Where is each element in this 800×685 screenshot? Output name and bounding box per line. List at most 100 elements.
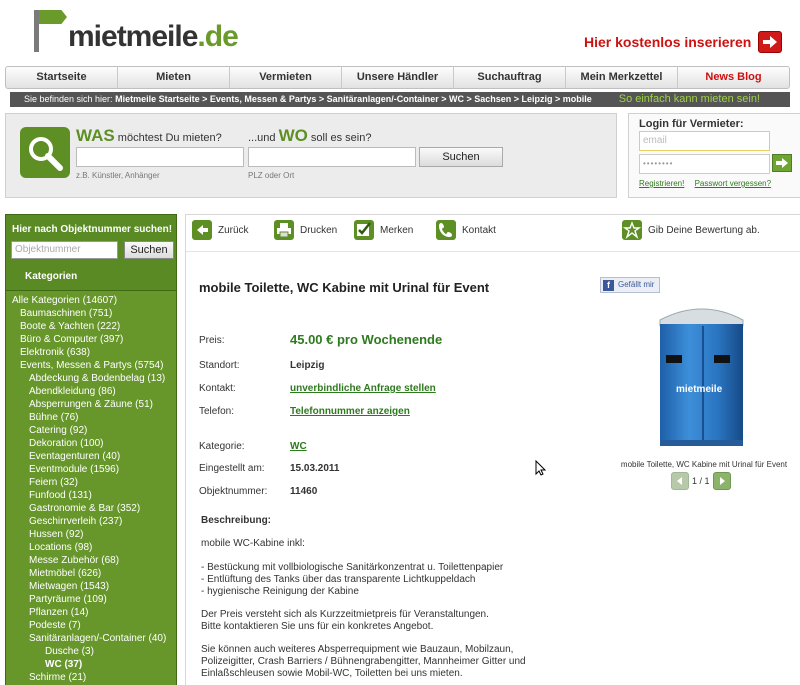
object-number-input[interactable]: Objektnummer: [11, 241, 118, 259]
print-label: Drucken: [300, 224, 338, 236]
show-phone-link[interactable]: Telefonnummer anzeigen: [290, 406, 410, 417]
search-panel: WAS möchtest Du mieten? ...und WO soll e…: [5, 113, 617, 198]
category-item[interactable]: Mietmöbel (626): [6, 567, 176, 580]
listing-main: Zurück Drucken Merken Kontakt Gib Deine …: [185, 214, 800, 685]
category-item[interactable]: Baumaschinen (751): [6, 307, 176, 320]
category-list: Alle Kategorien (14607) Baumaschinen (751…: [6, 290, 176, 685]
back-arrow-icon: [192, 220, 212, 240]
category-item[interactable]: Büro & Computer (397): [6, 333, 176, 346]
insert-arrow-button[interactable]: [758, 31, 782, 53]
arrow-right-icon: [763, 36, 777, 48]
category-item[interactable]: Podeste (7): [6, 619, 176, 632]
printer-icon: [274, 220, 294, 240]
category-item[interactable]: Elektronik (638): [6, 346, 176, 359]
nav-startseite[interactable]: Startseite: [6, 67, 118, 88]
category-item[interactable]: Geschirrverleih (237): [6, 515, 176, 528]
login-submit-button[interactable]: [772, 154, 792, 172]
category-item[interactable]: Absperrungen & Zäune (51): [6, 398, 176, 411]
category-item[interactable]: Alle Kategorien (14607): [6, 291, 176, 307]
category-item[interactable]: Events, Messen & Partys (5754): [6, 359, 176, 372]
slogan: So einfach kann mieten sein!: [618, 93, 760, 105]
object-number: 11460: [290, 486, 318, 497]
rate-label: Gib Deine Bewertung ab.: [648, 224, 760, 236]
breadcrumb-prefix: Sie befinden sich hier:: [24, 94, 113, 104]
category-item[interactable]: Dekoration (100): [6, 437, 176, 450]
breadcrumb-path[interactable]: Mietmeile Startseite > Events, Messen & …: [115, 94, 592, 104]
category-item[interactable]: Abendkleidung (86): [6, 385, 176, 398]
category-item[interactable]: WC (37): [6, 658, 176, 671]
wo-hint: PLZ oder Ort: [248, 171, 295, 180]
was-hint: z.B. Künstler, Anhänger: [76, 171, 160, 180]
object-search-button[interactable]: Suchen: [124, 241, 174, 259]
category-item[interactable]: Sanitäranlagen/-Container (40): [6, 632, 176, 645]
site-logo[interactable]: mietmeile.de: [30, 8, 239, 52]
arrow-right-icon: [719, 477, 725, 485]
category-item[interactable]: Hussen (92): [6, 528, 176, 541]
category-item[interactable]: Locations (98): [6, 541, 176, 554]
star-icon: [622, 220, 642, 240]
login-password-input[interactable]: ••••••••: [639, 154, 770, 174]
category-item[interactable]: Feiern (32): [6, 476, 176, 489]
insert-free-link[interactable]: Hier kostenlos inserieren: [584, 34, 751, 50]
search-button[interactable]: Suchen: [419, 147, 503, 167]
pager-prev-button[interactable]: [671, 472, 689, 490]
nav-suchauftrag[interactable]: Suchauftrag: [454, 67, 566, 88]
category-item[interactable]: Pflanzen (14): [6, 606, 176, 619]
sidebar: Hier nach Objektnummer suchen! Objektnum…: [5, 214, 177, 685]
category-item[interactable]: Bühne (76): [6, 411, 176, 424]
bookmark-label: Merken: [380, 224, 414, 236]
wo-input[interactable]: [248, 147, 416, 167]
toolbar-divider: [186, 251, 800, 252]
description: mobile WC-Kabine inkl: - Bestückung mit …: [201, 538, 526, 679]
nav-vermieten[interactable]: Vermieten: [230, 67, 342, 88]
image-pager: 1 / 1: [671, 471, 731, 491]
listing-toolbar: Zurück Drucken Merken Kontakt Gib Deine …: [186, 215, 800, 249]
login-email-input[interactable]: email: [639, 131, 770, 151]
register-link[interactable]: Registrieren!: [639, 179, 684, 188]
arrow-left-icon: [677, 477, 682, 485]
contact-request-link[interactable]: unverbindliche Anfrage stellen: [290, 383, 436, 394]
image-caption: mobile Toilette, WC Kabine mit Urinal fü…: [620, 460, 788, 469]
magnifier-icon: [20, 127, 70, 178]
product-image[interactable]: mietmeile: [654, 300, 749, 448]
mouse-cursor-icon: [535, 460, 546, 476]
nav-merkzettel[interactable]: Mein Merkzettel: [566, 67, 678, 88]
pager-count: 1 / 1: [692, 476, 710, 486]
description-heading: Beschreibung:: [201, 515, 272, 526]
nav-mieten[interactable]: Mieten: [118, 67, 230, 88]
login-panel: Login für Vermieter: email •••••••• Regi…: [628, 113, 800, 198]
nav-news-blog[interactable]: News Blog: [678, 67, 789, 88]
category-item[interactable]: Boote & Yachten (222): [6, 320, 176, 333]
was-input[interactable]: [76, 147, 244, 167]
category-item[interactable]: Funfood (131): [6, 489, 176, 502]
category-item[interactable]: Eventmodule (1596): [6, 463, 176, 476]
breadcrumb: Sie befinden sich hier: Mietmeile Starts…: [10, 92, 790, 107]
category-link[interactable]: WC: [290, 441, 307, 452]
checkmark-icon: [354, 220, 374, 240]
contact-label: Kontakt: [462, 224, 496, 236]
category-item[interactable]: Abdeckung & Bodenbelag (13): [6, 372, 176, 385]
nav-haendler[interactable]: Unsere Händler: [342, 67, 454, 88]
category-item[interactable]: Eventagenturen (40): [6, 450, 176, 463]
wo-label: ...und WO soll es sein?: [248, 126, 372, 145]
categories-head: Kategorien: [25, 271, 78, 282]
arrow-right-icon: [776, 158, 788, 168]
print-button[interactable]: Drucken: [274, 220, 337, 240]
listing-title: mobile Toilette, WC Kabine mit Urinal fü…: [199, 280, 490, 295]
category-item[interactable]: Partyräume (109): [6, 593, 176, 606]
category-item[interactable]: Catering (92): [6, 424, 176, 437]
contact-button[interactable]: Kontakt: [436, 220, 496, 240]
category-item[interactable]: Messe Zubehör (68): [6, 554, 176, 567]
category-item[interactable]: Schirme (21): [6, 671, 176, 684]
facebook-icon: f: [603, 280, 614, 291]
category-item[interactable]: Gastronomie & Bar (352): [6, 502, 176, 515]
rate-button[interactable]: Gib Deine Bewertung ab.: [622, 220, 760, 240]
bookmark-button[interactable]: Merken: [354, 220, 413, 240]
facebook-like-button[interactable]: f Gefällt mir: [600, 277, 660, 293]
back-button[interactable]: Zurück: [192, 220, 249, 240]
location-value: Leipzig: [290, 360, 325, 371]
category-item[interactable]: Dusche (3): [6, 645, 176, 658]
forgot-password-link[interactable]: Passwort vergessen?: [695, 179, 771, 188]
category-item[interactable]: Mietwagen (1543): [6, 580, 176, 593]
pager-next-button[interactable]: [712, 472, 731, 490]
